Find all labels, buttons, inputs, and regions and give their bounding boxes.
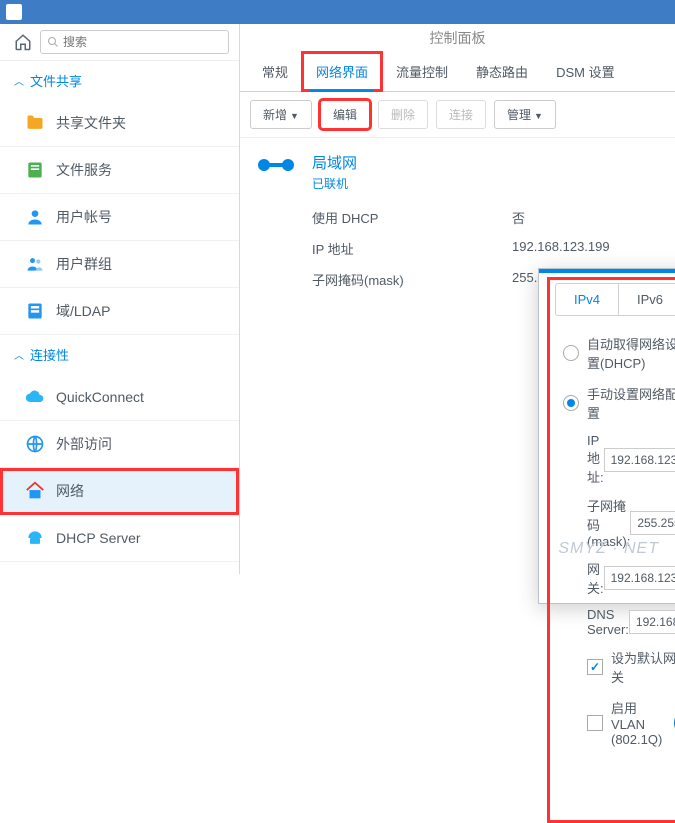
radio-label: 自动取得网络设置(DHCP) xyxy=(587,334,675,372)
tab-ipv6[interactable]: IPv6 xyxy=(619,284,675,315)
section-connectivity[interactable]: ︿ 连接性 xyxy=(0,335,239,374)
checkbox-icon xyxy=(587,715,603,731)
dialog-tabs: IPv4 IPv6 802.1X xyxy=(555,283,675,316)
dns-label: DNS Server: xyxy=(587,607,629,637)
default-gateway-checkbox[interactable]: 设为默认网关 xyxy=(555,642,675,692)
nav-label: 用户群组 xyxy=(56,254,112,274)
add-button[interactable]: 新增▼ xyxy=(250,100,312,129)
nav-shared-folder[interactable]: 共享文件夹 xyxy=(0,100,239,147)
nav-user[interactable]: 用户帐号 xyxy=(0,194,239,241)
section-label: 连接性 xyxy=(30,345,69,364)
nav-label: 域/LDAP xyxy=(56,301,110,321)
nav-label: 外部访问 xyxy=(56,434,112,454)
watermark: SMYZ · NET xyxy=(558,540,659,558)
tab-interface[interactable]: 网络界面 xyxy=(302,52,382,91)
gateway-label: 网关: xyxy=(587,559,604,597)
window-icon xyxy=(6,4,22,20)
info-label: 子网掩码(mask) xyxy=(312,270,512,289)
globe-icon xyxy=(24,433,46,455)
chevron-up-icon: ︿ xyxy=(14,73,24,88)
subtabs: 常规 网络界面 流量控制 静态路由 DSM 设置 xyxy=(240,52,675,92)
ldap-icon xyxy=(24,300,46,322)
tab-ipv4[interactable]: IPv4 xyxy=(556,284,619,315)
vlan-checkbox[interactable]: 启用 VLAN (802.1Q) i xyxy=(555,692,675,753)
tab-general[interactable]: 常规 xyxy=(248,52,302,91)
connect-button: 连接 xyxy=(436,100,486,129)
tab-static-route[interactable]: 静态路由 xyxy=(462,52,542,91)
lan-icon xyxy=(256,152,296,178)
content-area: 控制面板 常规 网络界面 流量控制 静态路由 DSM 设置 新增▼ 编辑 删除 … xyxy=(240,24,675,574)
dns-input[interactable] xyxy=(629,610,675,634)
info-label: IP 地址 xyxy=(312,239,512,258)
mask-input[interactable] xyxy=(630,511,675,535)
search-input[interactable] xyxy=(40,30,229,54)
chevron-up-icon: ︿ xyxy=(14,347,24,362)
nav-label: QuickConnect xyxy=(56,389,144,405)
gateway-input[interactable] xyxy=(604,566,675,590)
nav-label: 共享文件夹 xyxy=(56,113,126,133)
manage-button[interactable]: 管理▼ xyxy=(494,100,556,129)
radio-label: 手动设置网络配置 xyxy=(587,384,675,422)
delete-button: 删除 xyxy=(378,100,428,129)
radio-icon xyxy=(563,395,579,411)
file-services-icon xyxy=(24,159,46,181)
nav-network[interactable]: 网络 xyxy=(0,468,239,515)
ip-input[interactable] xyxy=(604,448,675,472)
ip-label: IP 地址: xyxy=(587,433,604,486)
nav-label: 用户帐号 xyxy=(56,207,112,227)
network-icon xyxy=(24,480,46,502)
info-value: 192.168.123.199 xyxy=(512,239,659,258)
radio-manual[interactable]: 手动设置网络配置 xyxy=(555,378,675,428)
checkbox-label: 设为默认网关 xyxy=(611,648,675,686)
nav-label: 网络 xyxy=(56,481,84,501)
nav-group[interactable]: 用户群组 xyxy=(0,241,239,288)
nav-dhcp-server[interactable]: DHCP Server xyxy=(0,515,239,562)
folder-icon xyxy=(24,112,46,134)
nav-domain-ldap[interactable]: 域/LDAP xyxy=(0,288,239,335)
group-icon xyxy=(24,253,46,275)
checkbox-label: 启用 VLAN (802.1Q) xyxy=(611,698,662,747)
nav-label: DHCP Server xyxy=(56,530,141,546)
toolbar: 新增▼ 编辑 删除 连接 管理▼ xyxy=(240,92,675,138)
dhcp-icon xyxy=(24,527,46,549)
user-icon xyxy=(24,206,46,228)
sidebar: ︿ 文件共享 共享文件夹 文件服务 用户帐号 用户群组 xyxy=(0,24,240,574)
search-icon xyxy=(47,36,59,48)
checkbox-icon xyxy=(587,659,603,675)
section-file-sharing[interactable]: ︿ 文件共享 xyxy=(0,61,239,100)
edit-button[interactable]: 编辑 xyxy=(320,100,370,129)
nav-label: 文件服务 xyxy=(56,160,112,180)
lan-title: 局域网 xyxy=(312,152,659,173)
search-field[interactable] xyxy=(63,35,222,49)
tab-dsm-settings[interactable]: DSM 设置 xyxy=(542,52,629,91)
cloud-icon xyxy=(24,386,46,408)
lan-status: 已联机 xyxy=(312,175,659,192)
nav-external-access[interactable]: 外部访问 xyxy=(0,421,239,468)
radio-icon xyxy=(563,345,579,361)
page-title: 控制面板 xyxy=(430,30,486,46)
nav-file-services[interactable]: 文件服务 xyxy=(0,147,239,194)
radio-auto-dhcp[interactable]: 自动取得网络设置(DHCP) xyxy=(555,328,675,378)
info-value: 否 xyxy=(512,208,659,227)
home-button[interactable] xyxy=(12,31,34,53)
section-label: 文件共享 xyxy=(30,71,82,90)
window-titlebar xyxy=(0,0,675,24)
info-label: 使用 DHCP xyxy=(312,208,512,227)
tab-traffic[interactable]: 流量控制 xyxy=(382,52,462,91)
nav-quickconnect[interactable]: QuickConnect xyxy=(0,374,239,421)
